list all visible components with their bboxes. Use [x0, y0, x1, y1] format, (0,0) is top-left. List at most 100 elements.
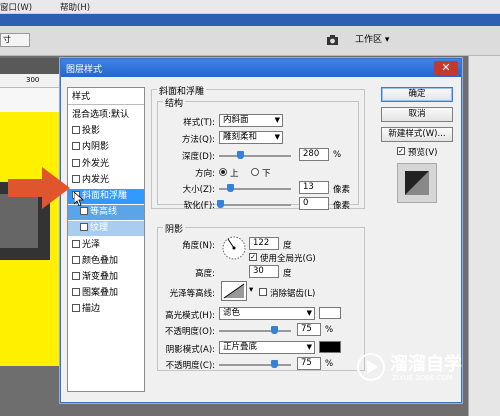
shading-title: 阴影 [163, 222, 186, 235]
method-select[interactable]: 雕刻柔和 ▼ [219, 131, 283, 144]
ruler-label: 300 [26, 76, 40, 84]
style-checkbox[interactable] [80, 223, 88, 232]
altitude-unit: 度 [283, 269, 292, 279]
soften-slider-track[interactable] [219, 204, 291, 206]
mouse-cursor-icon [73, 191, 85, 209]
new-style-button[interactable]: 新建样式(W)... [381, 127, 453, 142]
depth-label: 深度(D): [181, 152, 215, 162]
style-item-9[interactable]: 光泽 [68, 238, 144, 253]
shadow-opacity-unit: % [325, 359, 334, 369]
style-checkbox[interactable] [72, 255, 80, 264]
size-slider-thumb[interactable] [227, 184, 234, 192]
preview-checkbox[interactable]: ✓ [397, 147, 405, 155]
canvas-white [0, 88, 62, 112]
chevron-down-icon: ▼ [306, 343, 312, 351]
style-checkbox[interactable] [72, 272, 80, 280]
workspace-button[interactable]: 工作区 ▾ [355, 32, 399, 48]
chevron-down-icon: ▼ [274, 116, 280, 124]
highlight-color-swatch[interactable] [319, 307, 341, 319]
preview-label: 预览(V) [408, 148, 438, 158]
workspace-label: 工作区 [355, 35, 383, 45]
method-select-value: 雕刻柔和 [223, 132, 258, 142]
anti-alias-checkbox[interactable] [259, 288, 267, 296]
style-item-2[interactable]: 投影 [68, 124, 144, 139]
depth-input[interactable]: 280 [299, 148, 329, 161]
depth-slider-track[interactable] [219, 155, 291, 157]
shadow-mode-select[interactable]: 正片叠底 ▼ [219, 341, 315, 354]
watermark-url: ZIXUE.3D66.COM [392, 374, 453, 382]
soften-input[interactable]: 0 [299, 197, 329, 210]
anti-alias-label: 消除锯齿(L) [270, 289, 316, 299]
style-item-label: 颜色叠加 [82, 255, 119, 266]
direction-down-label: 下 [262, 169, 271, 179]
style-item-label: 混合选项:默认 [72, 110, 130, 120]
soften-label: 软化(F): [183, 201, 215, 211]
shadow-opacity-track[interactable] [219, 364, 291, 366]
ok-button[interactable]: 确定 [381, 87, 453, 102]
style-checkbox[interactable] [72, 288, 80, 297]
size-input[interactable]: 13 [299, 181, 329, 194]
global-light-checkbox[interactable]: ✓ [249, 253, 257, 261]
style-item-13[interactable]: 描边 [68, 302, 144, 317]
style-checkbox[interactable] [72, 304, 80, 313]
global-light-label: 使用全局光(G) [260, 254, 316, 264]
style-item-label: 光泽 [82, 239, 101, 250]
structure-title: 结构 [163, 96, 186, 109]
direction-up-radio[interactable] [219, 168, 227, 176]
style-checkbox[interactable] [72, 142, 80, 151]
direction-up-label: 上 [230, 169, 239, 179]
menu-item-help[interactable]: 帮助(H) [60, 1, 90, 13]
cancel-button[interactable]: 取消 [381, 107, 453, 122]
style-item-8[interactable]: 纹理 [68, 221, 144, 237]
highlight-opacity-input[interactable]: 75 [297, 323, 321, 336]
angle-label: 角度(N): [182, 241, 215, 251]
style-checkbox[interactable] [72, 239, 80, 248]
style-item-10[interactable]: 颜色叠加 [68, 254, 144, 269]
title-strip [0, 14, 500, 26]
style-item-3[interactable]: 内阴影 [68, 140, 144, 155]
direction-down-radio[interactable] [251, 168, 259, 176]
style-item-label: 外发光 [82, 158, 110, 169]
shadow-opacity-thumb[interactable] [271, 360, 278, 368]
style-item-label: 内阴影 [82, 142, 110, 153]
style-item-label: 描边 [82, 304, 101, 315]
ruler: 300 [0, 74, 62, 88]
style-item-4[interactable]: 外发光 [68, 157, 144, 172]
size-field[interactable]: 寸 [0, 33, 30, 47]
close-icon[interactable]: ✕ [434, 61, 458, 75]
shadow-color-swatch[interactable] [319, 341, 341, 353]
gloss-contour-swatch[interactable] [221, 281, 247, 301]
style-item-12[interactable]: 图案叠加 [68, 286, 144, 301]
style-checkbox[interactable] [72, 126, 80, 135]
angle-dial[interactable] [221, 235, 247, 261]
style-item-11[interactable]: 渐变叠加 [68, 270, 144, 285]
gloss-contour-label: 光泽等高线: [169, 289, 215, 299]
style-select-value: 内斜面 [223, 115, 249, 125]
style-item-5[interactable]: 内发光 [68, 173, 144, 188]
style-item-label: 图案叠加 [82, 288, 119, 299]
menu-item-window[interactable]: 窗口(W) [0, 1, 32, 13]
camera-icon[interactable] [325, 33, 343, 47]
style-item-label: 内发光 [82, 174, 110, 185]
direction-label: 方向: [195, 169, 215, 179]
style-preview-thumbnail [397, 163, 437, 203]
angle-input[interactable]: 122 [249, 237, 279, 250]
play-logo-icon [357, 353, 385, 381]
menu-bar: 窗口(W) 帮助(H) [0, 0, 500, 14]
shadow-opacity-label: 不透明度(C): [165, 361, 215, 371]
style-item-label: 样式 [72, 92, 91, 102]
chevron-down-icon[interactable]: ▾ [249, 285, 253, 295]
altitude-input[interactable]: 30 [249, 265, 279, 278]
depth-slider-thumb[interactable] [237, 151, 244, 159]
style-item-1[interactable]: 混合选项:默认 [68, 108, 144, 123]
soften-slider-thumb[interactable] [217, 200, 224, 208]
highlight-opacity-thumb[interactable] [271, 326, 278, 334]
style-checkbox[interactable] [72, 158, 80, 167]
shadow-opacity-input[interactable]: 75 [297, 357, 321, 370]
highlight-opacity-track[interactable] [219, 330, 291, 332]
altitude-label: 高度: [195, 269, 215, 279]
highlight-mode-select[interactable]: 滤色 ▼ [219, 307, 315, 320]
document-tab-area [0, 58, 62, 74]
style-select[interactable]: 内斜面 ▼ [219, 114, 283, 127]
style-checkbox[interactable] [72, 174, 80, 183]
